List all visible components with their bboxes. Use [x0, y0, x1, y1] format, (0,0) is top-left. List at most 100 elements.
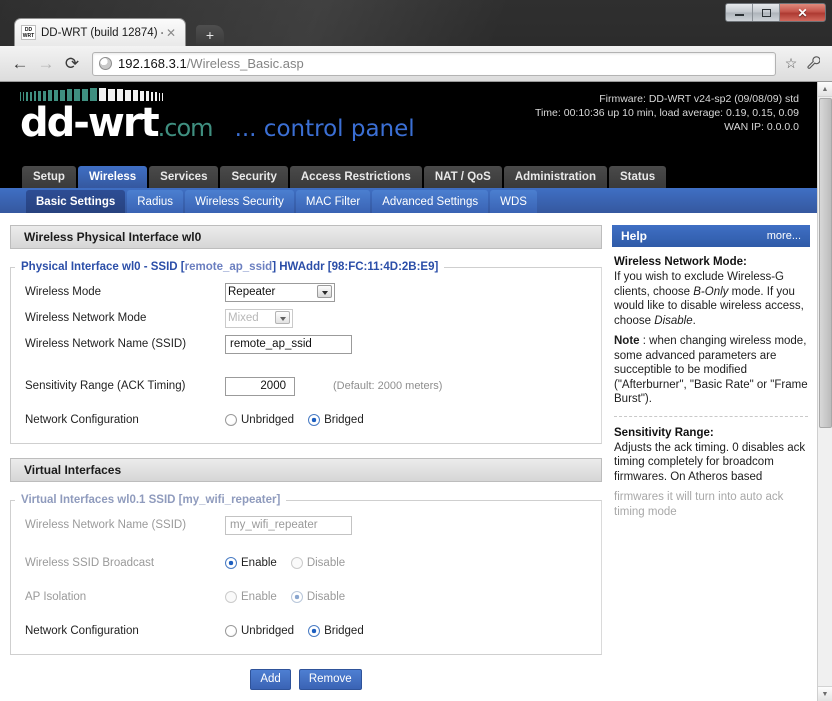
- subtab-wds[interactable]: WDS: [490, 190, 537, 213]
- help-panel: Help more... Wireless Network Mode: If y…: [612, 225, 810, 701]
- sub-navigation: Basic Settings Radius Wireless Security …: [0, 188, 817, 213]
- wrench-menu-icon[interactable]: [802, 55, 824, 72]
- radio-dot-icon: [308, 414, 321, 426]
- ddwrt-favicon-icon: DD WRT: [21, 25, 36, 40]
- ap-isolation-label: AP Isolation: [25, 591, 87, 603]
- reload-icon[interactable]: ⟳: [60, 52, 84, 76]
- subtab-advanced-settings[interactable]: Advanced Settings: [372, 190, 489, 213]
- page-viewport: dd-wrt .com ... control panel Firmware: …: [0, 82, 832, 701]
- help-s1-em1: B-Only: [693, 285, 729, 298]
- remove-button[interactable]: Remove: [298, 669, 362, 690]
- row-virtual-ssid: Wireless Network Name (SSID): [11, 512, 601, 538]
- new-tab-button[interactable]: +: [196, 25, 224, 45]
- subtab-basic-settings[interactable]: Basic Settings: [26, 190, 126, 213]
- virtual-interface-fieldset: Virtual Interfaces wl0.1 SSID [my_wifi_r…: [10, 494, 602, 655]
- subtab-mac-filter[interactable]: MAC Filter: [295, 190, 371, 213]
- page-scrollbar[interactable]: ▲ ▼: [817, 82, 832, 701]
- radio-label: Bridged: [324, 414, 364, 426]
- help-title: Help: [621, 229, 648, 243]
- help-header: Help more...: [612, 225, 810, 247]
- nav-tab-status[interactable]: Status: [608, 166, 667, 188]
- nav-tab-administration[interactable]: Administration: [503, 166, 607, 188]
- virtual-netcfg-unbridged-radio[interactable]: Unbridged: [225, 625, 294, 637]
- help-section-1-note: Note : when changing wireless mode, some…: [614, 334, 808, 407]
- ddwrt-page: dd-wrt .com ... control panel Firmware: …: [0, 82, 817, 701]
- help-section-1-title: Wireless Network Mode:: [614, 256, 747, 268]
- address-bar[interactable]: 192.168.3.1/Wireless_Basic.asp: [92, 51, 776, 76]
- legend-suffix: ]: [434, 261, 439, 273]
- wan-ip: WAN IP: 0.0.0.0: [724, 121, 799, 133]
- forward-icon[interactable]: →: [34, 52, 58, 76]
- nav-tab-services[interactable]: Services: [149, 166, 219, 188]
- browser-toolbar: ← → ⟳ 192.168.3.1/Wireless_Basic.asp ☆: [0, 46, 832, 82]
- subtab-radius[interactable]: Radius: [127, 190, 184, 213]
- scroll-down-icon[interactable]: ▼: [818, 686, 832, 701]
- help-content: Wireless Network Mode: If you wish to ex…: [612, 247, 810, 519]
- browser-tab[interactable]: DD WRT DD-WRT (build 12874) - ... ✕: [14, 18, 186, 46]
- legend-ssid: remote_ap_ssid: [184, 261, 273, 273]
- help-section-2-title: Sensitivity Range:: [614, 426, 714, 439]
- physical-ssid-label: Wireless Network Name (SSID): [25, 338, 187, 350]
- virtual-section-header: Virtual Interfaces: [10, 458, 602, 482]
- ap-isolation-enable-radio[interactable]: Enable: [225, 591, 277, 603]
- physical-interface-fieldset: Physical Interface wl0 - SSID [remote_ap…: [10, 261, 602, 444]
- radio-label: Bridged: [324, 625, 364, 637]
- physical-netcfg-unbridged-radio[interactable]: Unbridged: [225, 414, 294, 426]
- radio-label: Disable: [306, 591, 346, 603]
- sensitivity-input[interactable]: [225, 376, 295, 396]
- nav-tab-wireless[interactable]: Wireless: [77, 166, 148, 188]
- help-note-label: Note: [614, 335, 640, 347]
- ssid-broadcast-enable-radio[interactable]: Enable: [225, 557, 277, 569]
- network-mode-select[interactable]: Mixed: [225, 308, 293, 328]
- wireless-mode-select-wrap: Repeater: [225, 282, 335, 302]
- settings-column: Wireless Physical Interface wl0 Physical…: [10, 225, 602, 701]
- row-physical-netcfg: Network Configuration Unbridged Bridged: [11, 407, 601, 433]
- virtual-ssid-label: Wireless Network Name (SSID): [25, 519, 187, 531]
- nav-tab-access-restrictions[interactable]: Access Restrictions: [289, 166, 422, 188]
- browser-window: ✕ DD WRT DD-WRT (build 12874) - ... ✕ + …: [0, 0, 832, 701]
- radio-label: Disable: [306, 557, 346, 569]
- radio-dot-icon: [225, 591, 237, 603]
- scrollbar-thumb[interactable]: [819, 98, 832, 428]
- nav-tab-setup[interactable]: Setup: [22, 166, 76, 188]
- nav-tab-nat-qos[interactable]: NAT / QoS: [423, 166, 502, 188]
- physical-netcfg-label: Network Configuration: [25, 414, 139, 426]
- back-icon[interactable]: ←: [8, 52, 32, 76]
- sensitivity-hint: (Default: 2000 meters): [333, 380, 443, 392]
- legend-mac: 98:FC:11:4D:2B:E9: [331, 261, 435, 273]
- legend-mid: ] HWAddr [: [272, 261, 332, 273]
- virtual-netcfg-bridged-radio[interactable]: Bridged: [308, 625, 364, 637]
- legend-suffix: ]: [276, 494, 281, 506]
- help-s1-c: .: [692, 314, 696, 327]
- wireless-mode-select[interactable]: Repeater: [225, 282, 335, 302]
- row-ap-isolation: AP Isolation Enable Disable: [11, 584, 601, 610]
- row-network-mode: Wireless Network Mode Mixed: [11, 305, 601, 331]
- tab-close-icon[interactable]: ✕: [163, 26, 179, 40]
- radio-label: Unbridged: [241, 625, 295, 637]
- radio-dot-icon: [225, 625, 237, 637]
- ap-isolation-disable-radio[interactable]: Disable: [290, 591, 346, 603]
- sensitivity-label: Sensitivity Range (ACK Timing): [25, 380, 186, 392]
- wireless-mode-label: Wireless Mode: [25, 286, 102, 298]
- tab-strip: DD WRT DD-WRT (build 12874) - ... ✕ +: [0, 14, 832, 46]
- virtual-netcfg-label: Network Configuration: [25, 625, 139, 637]
- virtual-ssid-input[interactable]: [225, 515, 352, 535]
- physical-ssid-input[interactable]: [225, 334, 352, 354]
- help-more-link[interactable]: more...: [767, 230, 801, 242]
- scroll-up-icon[interactable]: ▲: [818, 82, 832, 97]
- physical-netcfg-bridged-radio[interactable]: Bridged: [308, 414, 364, 426]
- url-path: /Wireless_Basic.asp: [186, 56, 304, 71]
- radio-dot-icon: [308, 625, 321, 637]
- row-ssid-broadcast: Wireless SSID Broadcast Enable Disable: [11, 550, 601, 576]
- subtab-wireless-security[interactable]: Wireless Security: [185, 190, 294, 213]
- physical-section-header: Wireless Physical Interface wl0: [10, 225, 602, 249]
- ssid-broadcast-disable-radio[interactable]: Disable: [290, 557, 346, 569]
- bookmark-star-icon[interactable]: ☆: [780, 55, 802, 72]
- uptime-load: Time: 00:10:36 up 10 min, load average: …: [534, 107, 799, 119]
- add-button[interactable]: Add: [250, 669, 291, 690]
- help-s1-em2: Disable: [654, 314, 693, 327]
- radio-label: Enable: [241, 557, 277, 569]
- radio-dot-icon: [225, 414, 237, 426]
- help-section-2-text: Adjusts the ack timing. 0 disables ack t…: [614, 441, 806, 483]
- nav-tab-security[interactable]: Security: [220, 166, 288, 188]
